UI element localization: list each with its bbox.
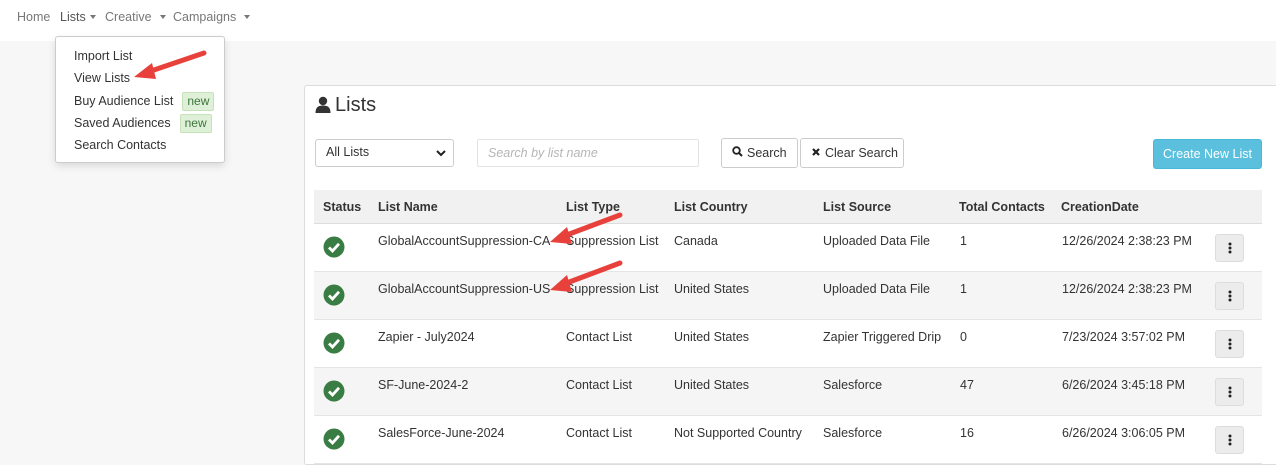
list-name[interactable]: SF-June-2024-2	[378, 378, 468, 392]
nav-campaigns-label: Campaigns	[173, 10, 237, 24]
vertical-ellipsis-icon	[1228, 434, 1231, 446]
caret-down-icon	[89, 15, 96, 19]
times-icon	[811, 146, 821, 160]
nav-home[interactable]: Home	[17, 10, 50, 24]
check-circle-icon	[323, 428, 345, 453]
nav-creative-label: Creative	[105, 10, 152, 24]
total-contacts: 16	[960, 426, 974, 440]
total-contacts: 1	[960, 282, 967, 296]
create-new-list-button[interactable]: Create New List	[1153, 139, 1262, 169]
lists-dropdown-menu: Import List View Lists Buy Audience List…	[55, 36, 225, 163]
list-country: United States	[674, 378, 750, 392]
chevron-down-icon	[435, 147, 447, 162]
list-type: Suppression List	[566, 234, 659, 248]
list-country: Canada	[674, 234, 718, 248]
list-source: Salesforce	[823, 426, 883, 440]
list-source: Zapier Triggered Drip	[823, 330, 942, 344]
list-country: United States	[674, 282, 750, 296]
search-input[interactable]	[477, 139, 699, 167]
list-country: Not Supported Country	[674, 426, 802, 440]
menu-item-view-lists[interactable]: View Lists	[74, 71, 130, 85]
check-circle-icon	[323, 236, 345, 261]
new-badge: new	[182, 92, 215, 111]
row-menu-button[interactable]	[1215, 330, 1244, 358]
menu-item-label: Buy Audience List	[74, 94, 174, 108]
table-row[interactable]: SalesForce-June-2024 Contact List Not Su…	[314, 416, 1262, 464]
creation-date: 6/26/2024 3:45:18 PM	[1062, 378, 1186, 392]
row-menu-button[interactable]	[1215, 378, 1244, 406]
page-title-text: Lists	[335, 94, 377, 116]
creation-date: 12/26/2024 2:38:23 PM	[1062, 234, 1192, 248]
column-header-list-source[interactable]: List Source	[823, 200, 891, 214]
caret-down-icon	[159, 15, 166, 19]
page-title: Lists	[315, 94, 376, 119]
row-menu-button[interactable]	[1215, 234, 1244, 262]
column-header-total-contacts[interactable]: Total Contacts	[959, 200, 1045, 214]
vertical-ellipsis-icon	[1228, 386, 1231, 398]
caret-down-icon	[244, 15, 251, 19]
check-circle-icon	[323, 380, 345, 405]
list-source: Salesforce	[823, 378, 883, 392]
list-name[interactable]: SalesForce-June-2024	[378, 426, 504, 440]
table-row[interactable]: Zapier - July2024 Contact List United St…	[314, 320, 1262, 368]
menu-item-buy-audience-list[interactable]: Buy Audience List new	[74, 92, 215, 111]
list-source: Uploaded Data File	[823, 234, 931, 248]
list-filter-value: All Lists	[326, 145, 370, 159]
list-type: Suppression List	[566, 282, 659, 296]
column-header-status[interactable]: Status	[323, 200, 361, 214]
nav-lists-label: Lists	[60, 10, 86, 24]
check-circle-icon	[323, 284, 345, 309]
total-contacts: 0	[960, 330, 967, 344]
search-button[interactable]: Search	[721, 138, 798, 168]
vertical-ellipsis-icon	[1228, 242, 1231, 254]
check-circle-icon	[323, 332, 345, 357]
list-type: Contact List	[566, 330, 633, 344]
menu-item-search-contacts[interactable]: Search Contacts	[74, 138, 166, 152]
vertical-ellipsis-icon	[1228, 290, 1231, 302]
nav-campaigns[interactable]: Campaigns	[173, 10, 251, 24]
lists-table: Status List Name List Type List Country …	[314, 190, 1262, 464]
list-name[interactable]: GlobalAccountSuppression-US	[378, 282, 550, 296]
column-header-list-country[interactable]: List Country	[674, 200, 748, 214]
column-header-creation-date[interactable]: CreationDate	[1061, 200, 1139, 214]
user-icon	[315, 96, 331, 119]
table-header-row: Status List Name List Type List Country …	[314, 190, 1262, 224]
table-row[interactable]: GlobalAccountSuppression-US Suppression …	[314, 272, 1262, 320]
nav-lists[interactable]: Lists	[60, 10, 96, 24]
list-filter-select[interactable]: All Lists	[315, 139, 454, 167]
vertical-ellipsis-icon	[1228, 338, 1231, 350]
table-row[interactable]: SF-June-2024-2 Contact List United State…	[314, 368, 1262, 416]
menu-item-import-list[interactable]: Import List	[74, 49, 132, 63]
menu-item-label: Saved Audiences	[74, 116, 171, 130]
clear-search-button[interactable]: Clear Search	[800, 138, 904, 168]
top-nav: Home Lists Creative Campaigns	[0, 0, 1276, 41]
column-header-list-name[interactable]: List Name	[378, 200, 438, 214]
list-name[interactable]: GlobalAccountSuppression-CA	[378, 234, 550, 248]
creation-date: 6/26/2024 3:06:05 PM	[1062, 426, 1186, 440]
column-header-list-type[interactable]: List Type	[566, 200, 620, 214]
clear-search-label: Clear Search	[825, 146, 898, 160]
creation-date: 7/23/2024 3:57:02 PM	[1062, 330, 1186, 344]
total-contacts: 1	[960, 234, 967, 248]
row-menu-button[interactable]	[1215, 426, 1244, 454]
table-row[interactable]: GlobalAccountSuppression-CA Suppression …	[314, 224, 1262, 272]
search-button-label: Search	[747, 146, 787, 160]
new-badge: new	[179, 114, 212, 133]
creation-date: 12/26/2024 2:38:23 PM	[1062, 282, 1192, 296]
lists-panel: Lists All Lists Search Clear Search Crea…	[304, 85, 1276, 465]
list-name[interactable]: Zapier - July2024	[378, 330, 475, 344]
list-type: Contact List	[566, 426, 633, 440]
list-source: Uploaded Data File	[823, 282, 931, 296]
row-menu-button[interactable]	[1215, 282, 1244, 310]
list-type: Contact List	[566, 378, 633, 392]
list-country: United States	[674, 330, 750, 344]
menu-item-saved-audiences[interactable]: Saved Audiences new	[74, 114, 212, 133]
nav-creative[interactable]: Creative	[105, 10, 166, 24]
search-icon	[732, 146, 743, 160]
total-contacts: 47	[960, 378, 974, 392]
